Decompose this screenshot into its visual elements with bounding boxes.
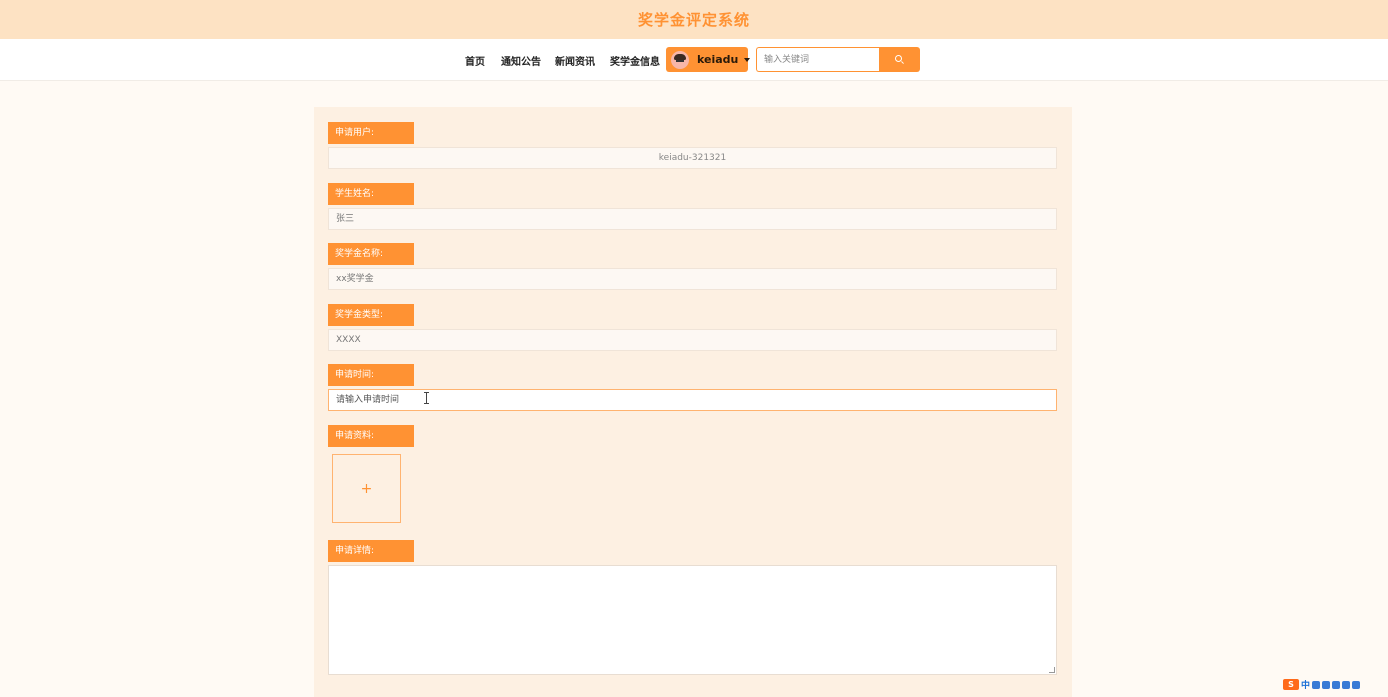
label-apply-materials: 申请资料: bbox=[328, 425, 414, 447]
nav-link-scholarship-info[interactable]: 奖学金信息 bbox=[610, 53, 660, 68]
nav-link-notices[interactable]: 通知公告 bbox=[501, 53, 541, 68]
nav-link-news[interactable]: 新闻资讯 bbox=[555, 53, 595, 68]
label-student-name: 学生姓名: bbox=[328, 183, 414, 205]
ime-skin-icon[interactable] bbox=[1342, 680, 1351, 689]
user-menu-button[interactable]: keiadu bbox=[666, 47, 751, 72]
ime-user-icon[interactable] bbox=[1322, 680, 1331, 689]
ime-punctuation-icon[interactable] bbox=[1312, 680, 1321, 689]
student-name-field[interactable]: 张三 bbox=[328, 208, 1057, 230]
label-applicant-user: 申请用户: bbox=[328, 122, 414, 144]
resize-grip-icon[interactable] bbox=[1049, 667, 1055, 673]
chevron-down-icon bbox=[744, 57, 751, 62]
search-button[interactable] bbox=[879, 47, 920, 72]
site-title: 奖学金评定系统 bbox=[637, 11, 750, 29]
upload-button[interactable]: + bbox=[332, 454, 401, 523]
ime-mode-indicator[interactable]: 中 bbox=[1301, 678, 1310, 691]
ime-settings-icon[interactable] bbox=[1352, 680, 1361, 689]
scholarship-type-field[interactable]: XXXX bbox=[328, 329, 1057, 351]
avatar bbox=[671, 50, 689, 69]
label-scholarship-name: 奖学金名称: bbox=[328, 243, 414, 265]
search-icon bbox=[894, 54, 905, 65]
apply-details-textarea[interactable] bbox=[328, 565, 1057, 675]
top-banner: 奖学金评定系统 bbox=[0, 0, 1388, 39]
scholarship-name-field[interactable]: xx奖学金 bbox=[328, 268, 1057, 290]
text-cursor-icon bbox=[424, 392, 430, 404]
label-scholarship-type: 奖学金类型: bbox=[328, 304, 414, 326]
user-name: keiadu bbox=[697, 53, 739, 66]
search-input[interactable] bbox=[756, 47, 880, 72]
ime-keyboard-icon[interactable] bbox=[1332, 680, 1341, 689]
ime-toolbar[interactable]: S 中 bbox=[1283, 678, 1388, 691]
nav-link-home[interactable]: 首页 bbox=[465, 53, 485, 68]
ime-logo-icon: S bbox=[1283, 679, 1299, 690]
applicant-user-field[interactable]: keiadu-321321 bbox=[328, 147, 1057, 169]
label-apply-time: 申请时间: bbox=[328, 364, 414, 386]
label-apply-details: 申请详情: bbox=[328, 540, 414, 562]
plus-icon: + bbox=[360, 480, 373, 497]
apply-time-field[interactable]: 请输入申请时间 bbox=[328, 389, 1057, 411]
